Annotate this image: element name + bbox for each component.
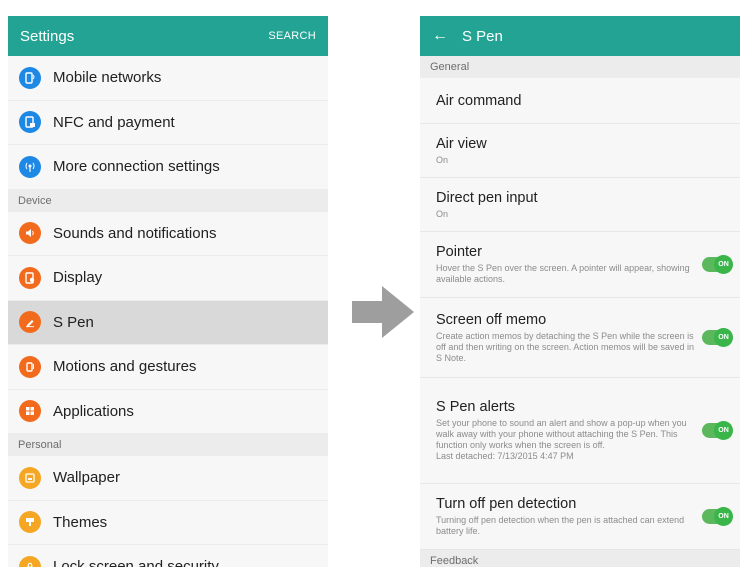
lock-screen-label: Lock screen and security	[53, 558, 219, 567]
turn-off-pen-detection-toggle-label: ON	[714, 507, 733, 526]
device-section-header: Device	[8, 189, 328, 212]
s-pen-alerts-toggle[interactable]: ON	[702, 421, 733, 440]
settings-screen: Settings SEARCH Mobile networks NFC and …	[8, 16, 328, 567]
mobile-networks-icon	[19, 66, 41, 89]
s-pen-icon	[19, 311, 41, 334]
mobile-networks-item[interactable]: Mobile networks	[8, 56, 328, 101]
sound-icon	[19, 222, 41, 245]
settings-app-bar: Settings SEARCH	[8, 16, 328, 56]
lock-icon	[19, 555, 41, 567]
nfc-payment-label: NFC and payment	[53, 113, 175, 131]
display-icon	[19, 266, 41, 289]
last-detached-text: Last detached: 7/13/2015 4:47 PM	[436, 451, 574, 461]
turn-off-pen-detection-description: Turning off pen detection when the pen i…	[436, 515, 685, 536]
wallpaper-icon	[19, 466, 41, 489]
pointer-description: Hover the S Pen over the screen. A point…	[436, 263, 690, 284]
themes-item[interactable]: Themes	[8, 500, 328, 545]
s-pen-screen: ← S Pen General Air command Air view On …	[420, 16, 740, 567]
air-view-title: Air view	[436, 135, 487, 152]
s-pen-alerts-description: Set your phone to sound an alert and sho…	[436, 418, 687, 450]
personal-section-header: Personal	[8, 434, 328, 456]
feedback-section-header: Feedback	[420, 550, 740, 567]
more-connections-icon	[19, 155, 41, 178]
turn-off-pen-detection-toggle[interactable]: ON	[702, 507, 733, 526]
display-item[interactable]: Display	[8, 256, 328, 301]
motions-icon	[19, 355, 41, 378]
wallpaper-label: Wallpaper	[53, 469, 120, 487]
themes-label: Themes	[53, 513, 108, 531]
direct-pen-input-item[interactable]: Direct pen input On	[420, 178, 740, 232]
nfc-icon	[19, 111, 41, 134]
s-pen-alerts-toggle-label: ON	[714, 421, 733, 440]
pointer-item[interactable]: Pointer Hover the S Pen over the screen.…	[420, 232, 740, 298]
screen-off-memo-item[interactable]: Screen off memo Create action memos by d…	[420, 298, 740, 378]
search-button[interactable]: SEARCH	[268, 30, 316, 42]
s-pen-label: S Pen	[53, 313, 94, 331]
turn-off-pen-detection-item[interactable]: Turn off pen detection Turning off pen d…	[420, 484, 740, 550]
pointer-toggle-label: ON	[714, 255, 733, 274]
themes-icon	[19, 511, 41, 534]
general-section-header: General	[420, 56, 740, 78]
motions-gestures-label: Motions and gestures	[53, 358, 197, 376]
more-connection-settings-label: More connection settings	[53, 158, 220, 176]
air-command-title: Air command	[436, 92, 522, 109]
mobile-networks-label: Mobile networks	[53, 69, 162, 87]
s-pen-alerts-title: S Pen alerts	[436, 399, 515, 415]
sounds-notifications-label: Sounds and notifications	[53, 224, 217, 242]
direct-pen-input-title: Direct pen input	[436, 189, 538, 206]
nfc-payment-item[interactable]: NFC and payment	[8, 100, 328, 145]
applications-icon	[19, 400, 41, 423]
screen-off-memo-toggle[interactable]: ON	[702, 328, 733, 347]
applications-item[interactable]: Applications	[8, 389, 328, 434]
display-label: Display	[53, 269, 103, 287]
wallpaper-item[interactable]: Wallpaper	[8, 456, 328, 501]
direct-pen-input-status: On	[436, 208, 449, 219]
s-pen-item[interactable]: S Pen	[8, 300, 328, 345]
lock-screen-item[interactable]: Lock screen and security	[8, 545, 328, 567]
air-view-status: On	[436, 154, 449, 165]
back-arrow-icon[interactable]: ←	[432, 27, 448, 45]
settings-title: Settings	[20, 27, 75, 45]
pointer-toggle[interactable]: ON	[702, 255, 733, 274]
screen-off-memo-toggle-label: ON	[714, 328, 733, 347]
s-pen-title: S Pen	[462, 27, 503, 45]
sounds-notifications-item[interactable]: Sounds and notifications	[8, 211, 328, 256]
applications-label: Applications	[53, 402, 134, 420]
s-pen-alerts-item[interactable]: S Pen alerts Set your phone to sound an …	[420, 378, 740, 484]
air-command-item[interactable]: Air command	[420, 78, 740, 124]
screen-off-memo-title: Screen off memo	[436, 311, 547, 328]
air-view-item[interactable]: Air view On	[420, 124, 740, 178]
turn-off-pen-detection-title: Turn off pen detection	[436, 496, 577, 512]
motions-gestures-item[interactable]: Motions and gestures	[8, 345, 328, 390]
s-pen-app-bar: ← S Pen	[420, 16, 740, 56]
screen-off-memo-description: Create action memos by detaching the S P…	[436, 330, 694, 363]
right-arrow-icon	[348, 282, 418, 342]
more-connection-settings-item[interactable]: More connection settings	[8, 145, 328, 190]
pointer-title: Pointer	[436, 244, 482, 260]
